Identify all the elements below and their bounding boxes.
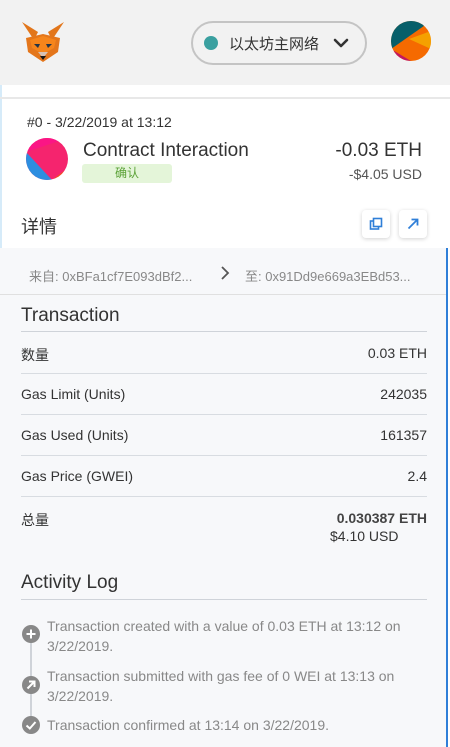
transaction-nonce-date: #0 - 3/22/2019 at 13:12 (27, 114, 172, 130)
contract-identicon (26, 138, 68, 180)
transaction-section-title: Transaction (21, 305, 120, 326)
detail-row-amount: 数量 0.03 ETH (21, 333, 427, 374)
chevron-right-icon (221, 266, 230, 280)
total-eth-value: 0.030387 ETH (336, 510, 427, 526)
account-avatar[interactable] (391, 21, 431, 61)
check-icon (22, 716, 40, 734)
activity-log-item: Transaction confirmed at 13:14 on 3/22/2… (47, 717, 329, 733)
row-value: 161357 (380, 427, 427, 443)
detail-row-total: 总量 0.030387 ETH $4.10 USD (21, 500, 427, 552)
network-label: 以太坊主网络 (229, 35, 320, 53)
activity-log-title: Activity Log (21, 572, 119, 593)
status-badge: 确认 (82, 164, 172, 183)
section-divider (21, 331, 427, 332)
activity-log-item: Transaction created with a value of 0.03… (47, 618, 401, 654)
copy-tx-hash-button[interactable] (362, 210, 390, 238)
scrollbar[interactable] (446, 248, 448, 747)
row-value: 2.4 (407, 468, 427, 484)
transaction-fiat-amount: -$4.05 USD (348, 166, 422, 182)
row-value: 0.03 ETH (367, 345, 427, 361)
copy-icon (369, 217, 383, 230)
row-label: 数量 (21, 347, 49, 363)
sender-address[interactable]: 来自: 0xBFa1cf7E093dBf2... (29, 266, 192, 285)
view-on-explorer-button[interactable] (399, 210, 427, 238)
row-label: 总量 (21, 512, 49, 528)
detail-row-gas-limit: Gas Limit (Units) 242035 (21, 374, 427, 415)
network-selector[interactable]: 以太坊主网络 (191, 21, 367, 65)
plus-icon (22, 625, 40, 643)
app-header: 以太坊主网络 (0, 0, 450, 85)
activity-log-item: Transaction submitted with gas fee of 0 … (47, 668, 395, 704)
transaction-amount: -0.03 ETH (335, 140, 422, 161)
open-external-icon (407, 218, 419, 230)
sender-recipient: 来自: 0xBFa1cf7E093dBf2... 至: 0x91Dd9e669a… (0, 250, 446, 295)
detail-row-gas-used: Gas Used (Units) 161357 (21, 415, 427, 456)
metamask-fox-logo[interactable] (20, 20, 66, 64)
detail-row-gas-price: Gas Price (GWEI) 2.4 (21, 456, 427, 497)
recipient-address[interactable]: 至: 0x91Dd9e669a3EBd53... (245, 266, 411, 285)
sheet-top-divider (0, 97, 450, 99)
row-value: 242035 (380, 386, 427, 402)
row-label: Gas Used (Units) (21, 427, 129, 443)
details-heading: 详情 (21, 217, 57, 237)
chevron-down-icon (333, 38, 349, 48)
network-status-dot (204, 36, 218, 50)
row-label: Gas Price (GWEI) (21, 468, 134, 484)
row-label: Gas Limit (Units) (21, 386, 126, 402)
section-divider (21, 599, 427, 600)
arrow-up-right-icon (22, 676, 40, 694)
total-fiat-value: $4.10 USD (330, 528, 399, 544)
transaction-title: Contract Interaction (83, 140, 249, 161)
